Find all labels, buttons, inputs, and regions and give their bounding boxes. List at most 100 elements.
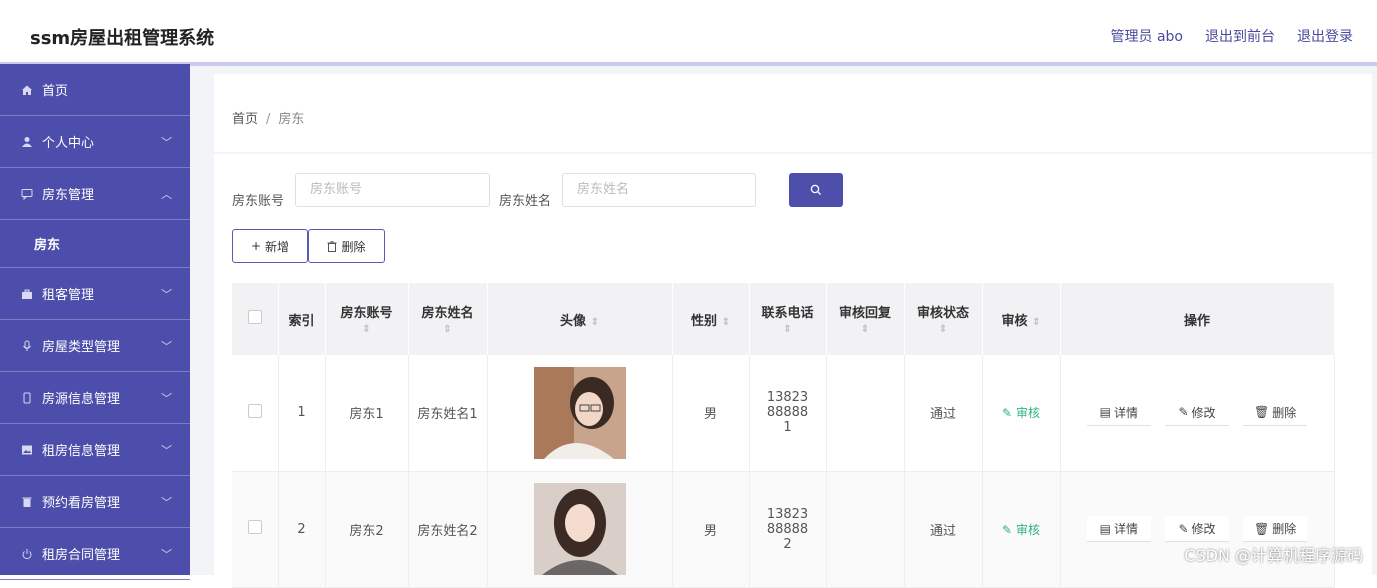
search-button[interactable] xyxy=(789,173,843,207)
chevron-down-icon: ﹀ xyxy=(161,392,172,405)
power-icon xyxy=(20,547,34,561)
cell-audit: ✎ 审核 xyxy=(982,471,1061,588)
row-delete-button[interactable]: 🗑 删除 xyxy=(1243,516,1308,542)
sidebar-item-listing-management[interactable]: 房源信息管理 ﹀ xyxy=(0,372,190,424)
logout-link[interactable]: 退出登录 xyxy=(1297,26,1353,46)
row-delete-button[interactable]: 🗑 删除 xyxy=(1243,399,1308,426)
audit-link[interactable]: ✎ 审核 xyxy=(1002,406,1040,420)
sidebar-item-contract-management[interactable]: 租房合同管理 ﹀ xyxy=(0,528,190,580)
header-status[interactable]: 审核状态 ⇕ xyxy=(904,283,983,355)
chevron-down-icon: ﹀ xyxy=(161,288,172,301)
detail-button[interactable]: ▤ 详情 xyxy=(1086,399,1151,426)
sidebar-item-home[interactable]: 首页 xyxy=(0,64,190,116)
row-checkbox[interactable] xyxy=(247,403,262,418)
sidebar-item-label: 房源信息管理 xyxy=(42,392,121,407)
sidebar-item-landlord-management[interactable]: 房东管理 ︿ xyxy=(0,168,190,220)
sidebar-item-rental-info-management[interactable]: 租房信息管理 ﹀ xyxy=(0,424,190,476)
sidebar: 首页 个人中心 ﹀ 房东管理 ︿ 房东 租客管理 ﹀ 房屋类型管理 ﹀ 房源信息… xyxy=(0,64,190,580)
header-index: 索引 xyxy=(278,283,326,355)
audit-link-label: 审核 xyxy=(1015,522,1040,537)
chevron-down-icon: ﹀ xyxy=(161,496,172,509)
cell-gender: 男 xyxy=(672,355,750,472)
cell-index: 1 xyxy=(278,355,326,472)
header-phone[interactable]: 联系电话 ⇕ xyxy=(749,283,827,355)
detail-button-label: 详情 xyxy=(1114,522,1139,536)
chevron-down-icon: ﹀ xyxy=(161,444,172,457)
header-phone-label: 联系电话 xyxy=(761,306,814,321)
sidebar-item-label: 个人中心 xyxy=(42,136,95,151)
top-bar: ssm房屋出租管理系统 管理员 abo 退出到前台 退出登录 xyxy=(0,0,1377,66)
header-avatar[interactable]: 头像 ⇕ xyxy=(487,283,673,355)
row-delete-button-label: 删除 xyxy=(1272,405,1297,420)
header-status-label: 审核状态 xyxy=(916,306,969,321)
add-button[interactable]: + 新增 xyxy=(232,229,308,263)
cell-status: 通过 xyxy=(904,355,983,472)
header-name[interactable]: 房东姓名 ⇕ xyxy=(408,283,488,355)
chevron-up-icon: ︿ xyxy=(161,188,172,201)
sort-icon[interactable]: ⇕ xyxy=(362,324,370,335)
header-audit[interactable]: 审核 ⇕ xyxy=(982,283,1061,355)
edit-button[interactable]: ✎ 修改 xyxy=(1165,399,1229,426)
row-checkbox[interactable] xyxy=(247,520,262,534)
edit-icon: ✎ xyxy=(1178,521,1189,536)
header-reply[interactable]: 审核回复 ⇕ xyxy=(826,283,905,355)
header-account-label: 房东账号 xyxy=(340,306,393,321)
front-page-link[interactable]: 退出到前台 xyxy=(1205,26,1275,46)
sidebar-item-label: 租客管理 xyxy=(42,288,95,303)
row-select-cell xyxy=(232,471,279,588)
sort-icon[interactable]: ⇕ xyxy=(443,324,451,335)
sort-icon[interactable]: ⇕ xyxy=(1032,317,1040,328)
account-search-label: 房东账号 xyxy=(232,194,285,209)
briefcase-icon xyxy=(20,287,34,301)
select-all-checkbox[interactable] xyxy=(247,310,262,324)
header-account[interactable]: 房东账号 ⇕ xyxy=(325,283,409,355)
content-card: 房东账号 房东账号 房东姓名 房东姓名 + 新增 删除 索引 房东账号 ⇕ 房东姓… xyxy=(214,154,1372,588)
mic-icon xyxy=(20,339,34,353)
add-button-label: 新增 xyxy=(265,239,290,254)
sort-icon[interactable]: ⇕ xyxy=(783,324,791,335)
message-icon xyxy=(20,187,34,201)
sidebar-item-tenant-management[interactable]: 租客管理 ﹀ xyxy=(0,268,190,320)
name-search-input[interactable]: 房东姓名 xyxy=(562,173,756,207)
delete-button-label: 删除 xyxy=(341,239,366,254)
sort-icon[interactable]: ⇕ xyxy=(722,317,730,328)
sort-icon[interactable]: ⇕ xyxy=(591,317,599,328)
header-gender-label: 性别 xyxy=(691,313,718,329)
sidebar-subitem-landlord[interactable]: 房东 xyxy=(0,220,190,268)
row-delete-button-label: 删除 xyxy=(1272,522,1297,536)
sidebar-item-label: 房东管理 xyxy=(42,188,95,203)
cell-account: 房东2 xyxy=(325,471,409,588)
sort-icon[interactable]: ⇕ xyxy=(861,324,869,335)
cell-status: 通过 xyxy=(904,471,983,588)
breadcrumb-home[interactable]: 首页 xyxy=(232,112,258,127)
breadcrumb: 首页 / 房东 xyxy=(232,108,304,127)
sidebar-item-label: 首页 xyxy=(42,84,69,99)
detail-button[interactable]: ▤ 详情 xyxy=(1086,516,1151,542)
trash-icon: 🗑 xyxy=(1254,405,1270,420)
chevron-down-icon: ﹀ xyxy=(161,136,172,149)
cell-avatar xyxy=(487,471,673,588)
chevron-down-icon: ﹀ xyxy=(161,340,172,353)
cell-gender: 男 xyxy=(672,471,750,588)
sort-icon[interactable]: ⇕ xyxy=(939,324,947,335)
delete-button[interactable]: 删除 xyxy=(308,229,385,263)
admin-user-label[interactable]: 管理员 abo xyxy=(1111,26,1183,46)
table-row: 1 房东1 房东姓名1 男 13823888881 通过 ✎ 审核 ▤ 详情 ✎… xyxy=(232,355,1335,472)
trash-icon: 🗑 xyxy=(1254,521,1270,536)
edit-icon: ✎ xyxy=(1178,405,1189,420)
audit-link[interactable]: ✎ 审核 xyxy=(1002,523,1040,537)
edit-pen-icon: ✎ xyxy=(1002,522,1013,537)
watermark-text: CSDN @计算机程序源码 xyxy=(1184,546,1363,565)
avatar xyxy=(533,483,626,575)
sidebar-item-label: 预约看房管理 xyxy=(42,496,121,511)
edit-button[interactable]: ✎ 修改 xyxy=(1165,516,1229,542)
cell-actions: ▤ 详情 ✎ 修改 🗑 删除 xyxy=(1060,355,1335,472)
cell-phone: 13823888881 xyxy=(749,355,827,472)
sidebar-item-personal-center[interactable]: 个人中心 ﹀ xyxy=(0,116,190,168)
account-search-input[interactable]: 房东账号 xyxy=(295,173,490,207)
main-area: 首页 / 房东 房东账号 房东账号 房东姓名 房东姓名 + 新增 删除 索引 房东账… xyxy=(190,66,1377,588)
sidebar-item-house-type-management[interactable]: 房屋类型管理 ﹀ xyxy=(0,320,190,372)
app-title: ssm房屋出租管理系统 xyxy=(30,28,215,49)
header-gender[interactable]: 性别 ⇕ xyxy=(672,283,750,355)
sidebar-item-viewing-appointment-management[interactable]: 预约看房管理 ﹀ xyxy=(0,476,190,528)
